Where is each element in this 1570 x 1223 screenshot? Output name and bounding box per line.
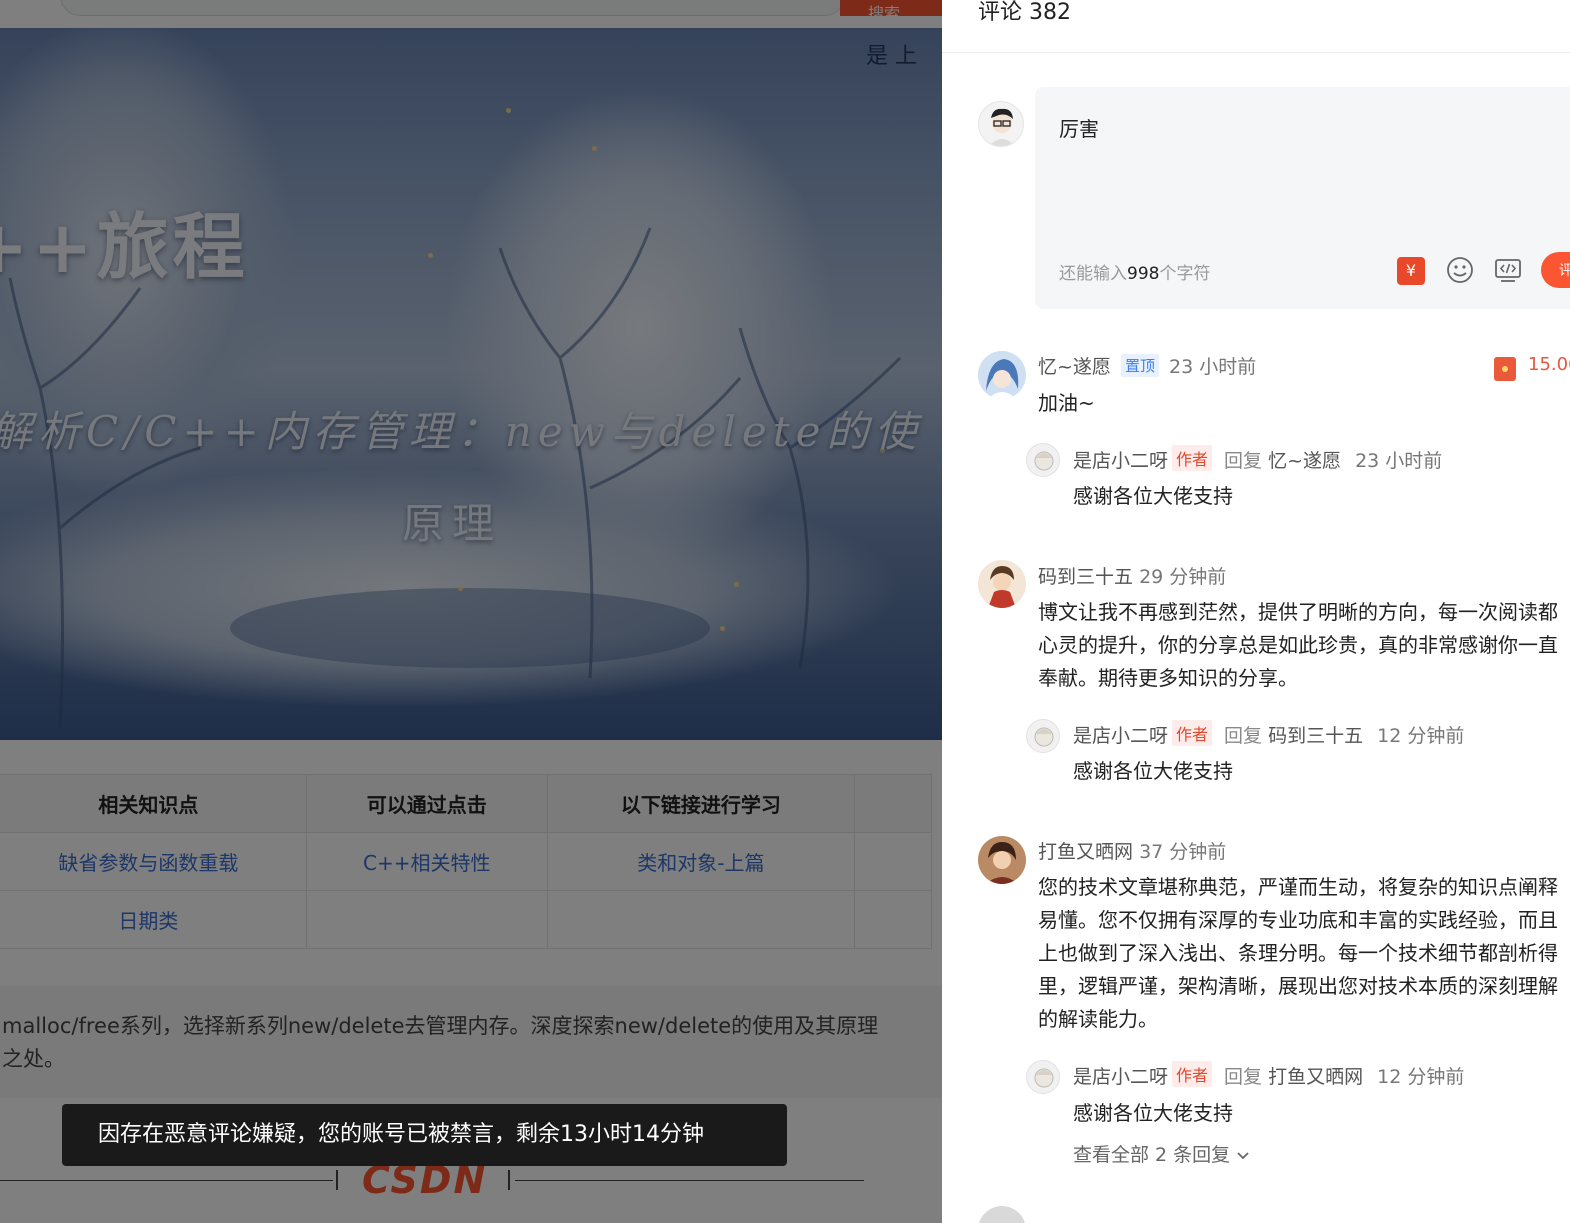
red-packet-icon[interactable]: ¥ [1397, 257, 1425, 285]
reply-word: 回复 [1224, 1066, 1263, 1088]
comment-text-line: 奉献。期待更多知识的分享。 [1038, 666, 1298, 690]
sketch-avatar-icon [1034, 727, 1054, 747]
reply-time: 23 小时前 [1355, 450, 1443, 472]
chevron-down-icon [1237, 1152, 1249, 1160]
current-user-avatar[interactable] [978, 101, 1024, 147]
commenter-avatar[interactable] [978, 836, 1026, 884]
code-insert-icon[interactable] [1493, 255, 1523, 285]
char-count-prefix: 还能输入 [1059, 264, 1127, 284]
toast-message: 因存在恶意评论嫌疑，您的账号已被禁言，剩余13小时14分钟 [98, 1122, 704, 1147]
reply-time: 12 分钟前 [1377, 1066, 1465, 1088]
char-count: 还能输入998个字符 [1059, 259, 1210, 284]
anime-avatar-icon [978, 351, 1026, 399]
comment-meta: 码到三十五 29 分钟前 [1038, 562, 1226, 589]
reply-target[interactable]: 打鱼又晒网 [1268, 1066, 1363, 1088]
reward-amount: 15.00 [1528, 354, 1570, 375]
comment-text: 您的技术文章堪称典范，严谨而生动，将复杂的知识点阐释 易懂。您不仅拥有深厚的专业… [1038, 871, 1558, 1036]
commenter-avatar[interactable] [978, 560, 1026, 608]
comments-panel: 评论 382 厉害 还能输入998个字符 ¥ 评 忆~遂愿 置顶 23 小时前 … [942, 0, 1570, 1223]
reply-word: 回复 [1224, 450, 1263, 472]
comment-time: 29 分钟前 [1139, 566, 1227, 588]
portrait-avatar-icon [978, 836, 1026, 884]
comments-title: 评论 382 [978, 0, 1071, 25]
comment-text-line: 博文让我不再感到茫然，提供了明晰的方向，每一次阅读都 [1038, 600, 1558, 624]
sketch-avatar-icon [1034, 451, 1054, 471]
comment-time: 37 分钟前 [1139, 841, 1227, 863]
author-badge: 作者 [1172, 720, 1213, 746]
comment-text-line: 您的技术文章堪称典范，严谨而生动，将复杂的知识点阐释 [1038, 875, 1558, 899]
article-area: 搜索 是 上 ++旅程 解析C/C++内存管理：new与delete的使 原理 … [0, 0, 942, 1223]
panel-header: 评论 382 [942, 0, 1570, 53]
comment-text-line: 里，逻辑严谨，架构清晰，展现出您对技术本质的深刻理解 [1038, 974, 1558, 998]
reply-avatar[interactable] [1026, 443, 1060, 477]
submit-label: 评 [1559, 263, 1570, 279]
comment-text-line: 心灵的提升，你的分享总是如此珍贵，真的非常感谢你一直 [1038, 633, 1558, 657]
reply-avatar[interactable] [1026, 719, 1060, 753]
comment-text-line: 易懂。您不仅拥有深厚的专业功底和丰富的实践经验，而且 [1038, 908, 1558, 932]
author-badge: 作者 [1172, 1061, 1213, 1087]
author-badge: 作者 [1172, 445, 1213, 471]
cartoon-avatar-icon [978, 560, 1026, 608]
reply-meta: 是店小二呀 作者 回复 码到三十五 12 分钟前 [1073, 720, 1464, 748]
commenter-avatar[interactable] [978, 1206, 1026, 1223]
comment-time: 23 小时前 [1169, 356, 1257, 378]
comment-text-line: 上也做到了深入浅出、条理分明。每一个技术细节都剖析得 [1038, 941, 1558, 965]
comment-username[interactable]: 码到三十五 [1038, 566, 1133, 588]
comment-meta: 忆~遂愿 置顶 23 小时前 [1038, 352, 1256, 379]
mute-toast: 因存在恶意评论嫌疑，您的账号已被禁言，剩余13小时14分钟 [62, 1104, 787, 1166]
reply-target[interactable]: 忆~遂愿 [1268, 450, 1341, 472]
reply-word: 回复 [1224, 725, 1263, 747]
reply-time: 12 分钟前 [1377, 725, 1465, 747]
reply-target[interactable]: 码到三十五 [1268, 725, 1363, 747]
comment-text: 加油~ [1038, 391, 1095, 415]
reply-username[interactable]: 是店小二呀 [1073, 450, 1168, 472]
reply-text: 感谢各位大佬支持 [1073, 1101, 1233, 1125]
modal-overlay[interactable] [0, 0, 942, 1223]
reply-avatar[interactable] [1026, 1060, 1060, 1094]
comment-username[interactable]: 打鱼又晒网 [1038, 841, 1133, 863]
reply-meta: 是店小二呀 作者 回复 忆~遂愿 23 小时前 [1073, 445, 1442, 473]
view-all-replies-link[interactable]: 查看全部 2 条回复 [1073, 1140, 1250, 1167]
char-count-suffix: 个字符 [1159, 264, 1211, 284]
pinned-badge: 置顶 [1120, 354, 1159, 377]
reply-username[interactable]: 是店小二呀 [1073, 725, 1168, 747]
submit-comment-button[interactable]: 评 [1541, 252, 1570, 288]
commenter-avatar[interactable] [978, 351, 1026, 399]
reply-username[interactable]: 是店小二呀 [1073, 1066, 1168, 1088]
reply-text: 感谢各位大佬支持 [1073, 484, 1233, 508]
red-envelope-icon[interactable] [1494, 357, 1516, 381]
comment-meta: 打鱼又晒网 37 分钟前 [1038, 837, 1226, 864]
comment-input[interactable]: 厉害 还能输入998个字符 ¥ 评 [1035, 87, 1570, 309]
sketch-avatar-icon [1034, 1068, 1054, 1088]
comment-text-line: 的解读能力。 [1038, 1007, 1158, 1031]
reply-text: 感谢各位大佬支持 [1073, 759, 1233, 783]
reply-meta: 是店小二呀 作者 回复 打鱼又晒网 12 分钟前 [1073, 1061, 1464, 1089]
user-avatar-icon [989, 108, 1015, 146]
comment-text: 博文让我不再感到茫然，提供了明晰的方向，每一次阅读都 心灵的提升，你的分享总是如… [1038, 596, 1558, 695]
view-all-replies-label: 查看全部 2 条回复 [1073, 1144, 1231, 1166]
char-count-number: 998 [1127, 264, 1160, 284]
comment-username[interactable]: 忆~遂愿 [1038, 356, 1111, 378]
emoji-icon[interactable] [1445, 255, 1475, 285]
comment-input-value[interactable]: 厉害 [1059, 113, 1099, 142]
